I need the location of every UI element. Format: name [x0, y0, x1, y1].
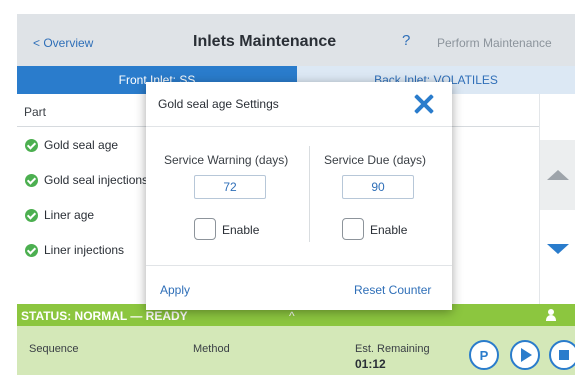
remaining-label: Est. Remaining — [355, 343, 430, 355]
user-icon-body — [546, 315, 556, 321]
stop-icon — [559, 350, 569, 360]
table-row[interactable]: Liner age — [25, 205, 155, 225]
user-icon[interactable] — [545, 309, 557, 321]
perform-maintenance-button[interactable]: Perform Maintenance — [437, 36, 552, 50]
part-label: Gold seal age — [44, 138, 119, 152]
service-due-label: Service Due (days) — [324, 153, 427, 167]
stop-run-button[interactable] — [549, 340, 575, 370]
table-row[interactable]: Liner injections — [25, 240, 155, 260]
due-enable-checkbox[interactable] — [342, 218, 364, 240]
close-icon[interactable] — [412, 92, 436, 116]
header-bar: < Overview Inlets Maintenance ? Perform … — [17, 14, 575, 66]
dialog-title: Gold seal age Settings — [158, 97, 279, 111]
play-icon — [521, 348, 532, 362]
apply-button[interactable]: Apply — [160, 283, 190, 297]
prep-run-icon: P — [479, 347, 489, 363]
overview-back-link[interactable]: < Overview — [33, 36, 93, 50]
scroll-down-button[interactable] — [540, 224, 575, 274]
settings-dialog: Gold seal age Settings Service Warning (… — [146, 82, 452, 310]
warning-enable-checkbox[interactable] — [194, 218, 216, 240]
part-label: Liner injections — [44, 243, 125, 257]
table-row[interactable]: Gold seal injections — [25, 170, 155, 190]
check-circle-icon — [25, 208, 38, 222]
table-scrollbar — [539, 94, 575, 304]
dialog-footer: Apply Reset Counter — [146, 265, 452, 310]
start-run-button[interactable] — [510, 340, 540, 370]
triangle-down-icon — [547, 244, 569, 254]
sequence-label: Sequence — [29, 343, 79, 355]
remaining-time: 01:12 — [355, 357, 386, 371]
service-due-input[interactable] — [342, 175, 414, 199]
column-header-part: Part — [24, 105, 47, 119]
due-enable-label: Enable — [370, 223, 408, 237]
check-circle-icon — [25, 243, 38, 257]
warning-enable-label: Enable — [222, 223, 260, 237]
table-row[interactable]: Gold seal age — [25, 135, 155, 155]
page-title: Inlets Maintenance — [193, 33, 337, 50]
check-circle-icon — [25, 138, 38, 152]
run-control-bar: Sequence Method Est. Remaining 01:12 P — [17, 326, 575, 375]
method-label: Method — [193, 343, 230, 355]
service-warning-input[interactable] — [194, 175, 266, 199]
service-warning-label: Service Warning (days) — [164, 153, 289, 167]
part-label: Liner age — [44, 208, 95, 222]
column-divider — [309, 146, 310, 242]
dialog-header: Gold seal age Settings — [146, 82, 452, 127]
triangle-up-icon — [547, 170, 569, 180]
chevron-up-icon[interactable]: ^ — [289, 309, 295, 323]
part-label: Gold seal injections — [44, 173, 149, 187]
check-circle-icon — [25, 173, 38, 187]
scroll-up-button[interactable] — [540, 140, 575, 210]
status-text: STATUS: NORMAL — READY — [21, 309, 188, 323]
help-icon[interactable]: ? — [402, 32, 410, 49]
prep-run-button[interactable]: P — [469, 340, 499, 370]
reset-counter-button[interactable]: Reset Counter — [354, 283, 431, 297]
